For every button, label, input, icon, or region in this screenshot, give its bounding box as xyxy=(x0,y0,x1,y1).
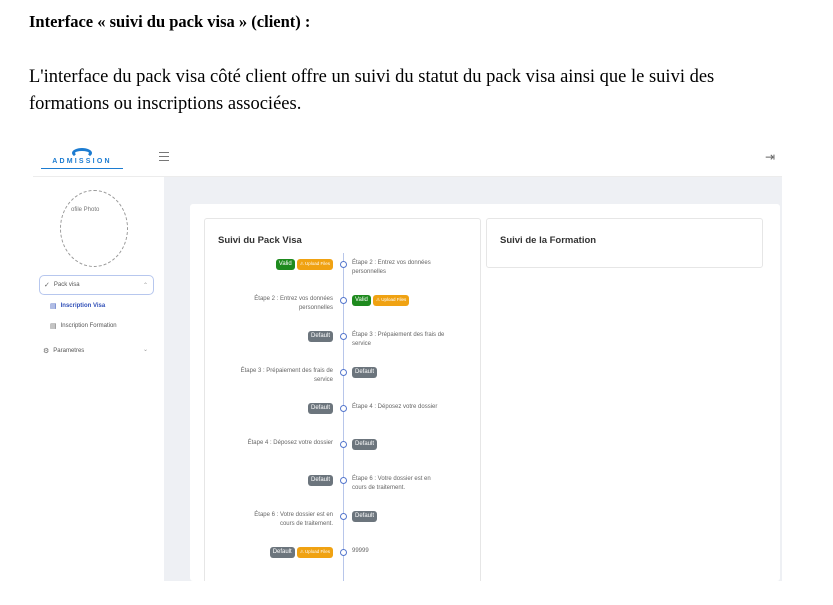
document-icon: ▤ xyxy=(50,323,57,330)
timeline-step-text: 99999 xyxy=(352,548,369,554)
timeline-step-text: Étape 2 : Entrez vos données personnelle… xyxy=(254,296,333,311)
timeline-node xyxy=(340,405,347,412)
timeline-step-text: Étape 4 : Déposez votre dossier xyxy=(352,404,438,410)
upload-files-button[interactable]: ⚠ Upload Files xyxy=(296,259,333,270)
status-badge: Default xyxy=(269,547,295,558)
timeline-step-text: Étape 6 : Votre dossier est en cours de … xyxy=(352,476,431,491)
timeline-node xyxy=(340,441,347,448)
check-icon: ✓ xyxy=(44,282,50,289)
sidebar-item-inscription-visa[interactable]: ▤ Inscription Visa xyxy=(50,302,105,310)
status-badge: Default xyxy=(352,511,378,522)
hamburger-icon[interactable] xyxy=(159,152,169,161)
timeline-step-text: Étape 3 : Prépaiement des frais de servi… xyxy=(352,332,445,347)
timeline-badges: Default ⚠ Upload Files xyxy=(238,547,333,558)
timeline-entry: Default xyxy=(352,439,447,450)
status-badge: Default xyxy=(352,439,378,450)
status-badge: Default xyxy=(307,331,333,342)
gear-icon: ⚙ xyxy=(43,348,50,355)
timeline-entry: Étape 3 : Prépaiement des frais de servi… xyxy=(352,331,447,349)
timeline-entry: Default ⚠ Upload Files xyxy=(238,547,333,558)
timeline-entry: Étape 6 : Votre dossier est en cours de … xyxy=(238,511,333,529)
timeline-entry: Étape 3 : Prépaiement des frais de servi… xyxy=(238,367,333,385)
profile-photo-label: ofile Photo xyxy=(71,207,100,213)
timeline-badges: Default xyxy=(352,367,447,378)
status-badge: Valid xyxy=(275,259,295,270)
logo-mark xyxy=(72,148,92,158)
timeline-node xyxy=(340,549,347,556)
logo-underline xyxy=(41,168,123,169)
timeline-entry: Valid ⚠ Upload Files xyxy=(352,295,447,306)
sidebar-item-inscription-formation[interactable]: ▤ Inscription Formation xyxy=(50,322,117,330)
timeline-node xyxy=(340,333,347,340)
profile-photo-placeholder[interactable]: ofile Photo xyxy=(60,190,128,267)
document-heading: Interface « suivi du pack visa » (client… xyxy=(29,12,311,31)
sidebar-item-label: Inscription Visa xyxy=(60,303,106,309)
timeline-entry: Étape 4 : Déposez votre dossier xyxy=(238,439,333,448)
sidebar-item-label: Parametres xyxy=(53,348,85,354)
sidebar-item-label: Pack visa xyxy=(53,282,80,288)
timeline-node xyxy=(340,261,347,268)
sidebar-item-label: Inscription Formation xyxy=(60,323,117,329)
sidebar-item-parametres[interactable]: ⚙ Parametres xyxy=(43,347,84,355)
visa-tracking-panel: Suivi du Pack Visa Valid ⚠ Upload Files Ét… xyxy=(204,218,481,581)
content-card: Suivi du Pack Visa Valid ⚠ Upload Files Ét… xyxy=(190,204,780,581)
timeline-badges: Default xyxy=(238,475,333,486)
logo[interactable]: ADMISSION xyxy=(41,148,123,172)
timeline-node xyxy=(340,477,347,484)
timeline-step-text: Étape 2 : Entrez vos données personnelle… xyxy=(352,260,431,275)
timeline-entry: Default xyxy=(352,511,447,522)
timeline-badges: Valid ⚠ Upload Files xyxy=(352,295,447,306)
timeline-entry: 99999 xyxy=(352,547,447,556)
timeline-badges: Default xyxy=(238,331,333,342)
timeline-entry: Étape 2 : Entrez vos données personnelle… xyxy=(352,259,447,277)
timeline-badges: Default xyxy=(238,403,333,414)
logout-icon[interactable]: ⇥ xyxy=(765,151,775,163)
upload-files-button[interactable]: ⚠ Upload Files xyxy=(372,295,410,306)
status-badge: Default xyxy=(307,475,333,486)
sidebar: ofile Photo ✓ Pack visa ⌃ ▤ Inscription … xyxy=(33,177,164,581)
timeline-node xyxy=(340,369,347,376)
timeline-step-text: Étape 3 : Prépaiement des frais de servi… xyxy=(240,368,333,383)
panel-title-visa: Suivi du Pack Visa xyxy=(218,235,302,246)
upload-files-button[interactable]: ⚠ Upload Files xyxy=(296,547,333,558)
timeline-entry: Valid ⚠ Upload Files xyxy=(238,259,333,270)
timeline-step-text: Étape 6 : Votre dossier est en cours de … xyxy=(254,512,333,527)
panel-title-formation: Suivi de la Formation xyxy=(500,235,597,246)
chevron-up-icon[interactable]: ⌃ xyxy=(143,282,148,289)
sidebar-item-pack-visa-label[interactable]: ✓ Pack visa xyxy=(44,281,80,289)
status-badge: Default xyxy=(307,403,333,414)
timeline-step-text: Étape 4 : Déposez votre dossier xyxy=(247,440,333,446)
timeline-entry: Default xyxy=(238,331,333,342)
document-icon: ▤ xyxy=(50,303,57,310)
timeline-badges: Valid ⚠ Upload Files xyxy=(238,259,333,270)
status-badge: Valid xyxy=(352,295,371,306)
timeline-badges: Default xyxy=(352,439,447,450)
logo-text: ADMISSION xyxy=(52,158,112,165)
timeline-entry: Étape 4 : Déposez votre dossier xyxy=(352,403,447,412)
document-paragraph: L'interface du pack visa côté client off… xyxy=(29,67,715,114)
chevron-down-icon[interactable]: ⌄ xyxy=(143,346,148,353)
timeline-badges: Default xyxy=(352,511,447,522)
status-badge: Default xyxy=(352,367,378,378)
top-bar: ADMISSION ⇥ xyxy=(33,140,782,177)
app-screenshot: ADMISSION ⇥ ofile Photo ✓ Pack visa ⌃ ▤ … xyxy=(33,140,782,581)
timeline-entry: Default xyxy=(238,475,333,486)
main-content: Suivi du Pack Visa Valid ⚠ Upload Files Ét… xyxy=(164,177,782,581)
timeline-entry: Étape 2 : Entrez vos données personnelle… xyxy=(238,295,333,313)
timeline-node xyxy=(340,297,347,304)
formation-tracking-panel: Suivi de la Formation xyxy=(486,218,763,268)
timeline-entry: Default xyxy=(352,367,447,378)
timeline-node xyxy=(340,513,347,520)
timeline-entry: Étape 6 : Votre dossier est en cours de … xyxy=(352,475,447,493)
timeline-entry: Default xyxy=(238,403,333,414)
